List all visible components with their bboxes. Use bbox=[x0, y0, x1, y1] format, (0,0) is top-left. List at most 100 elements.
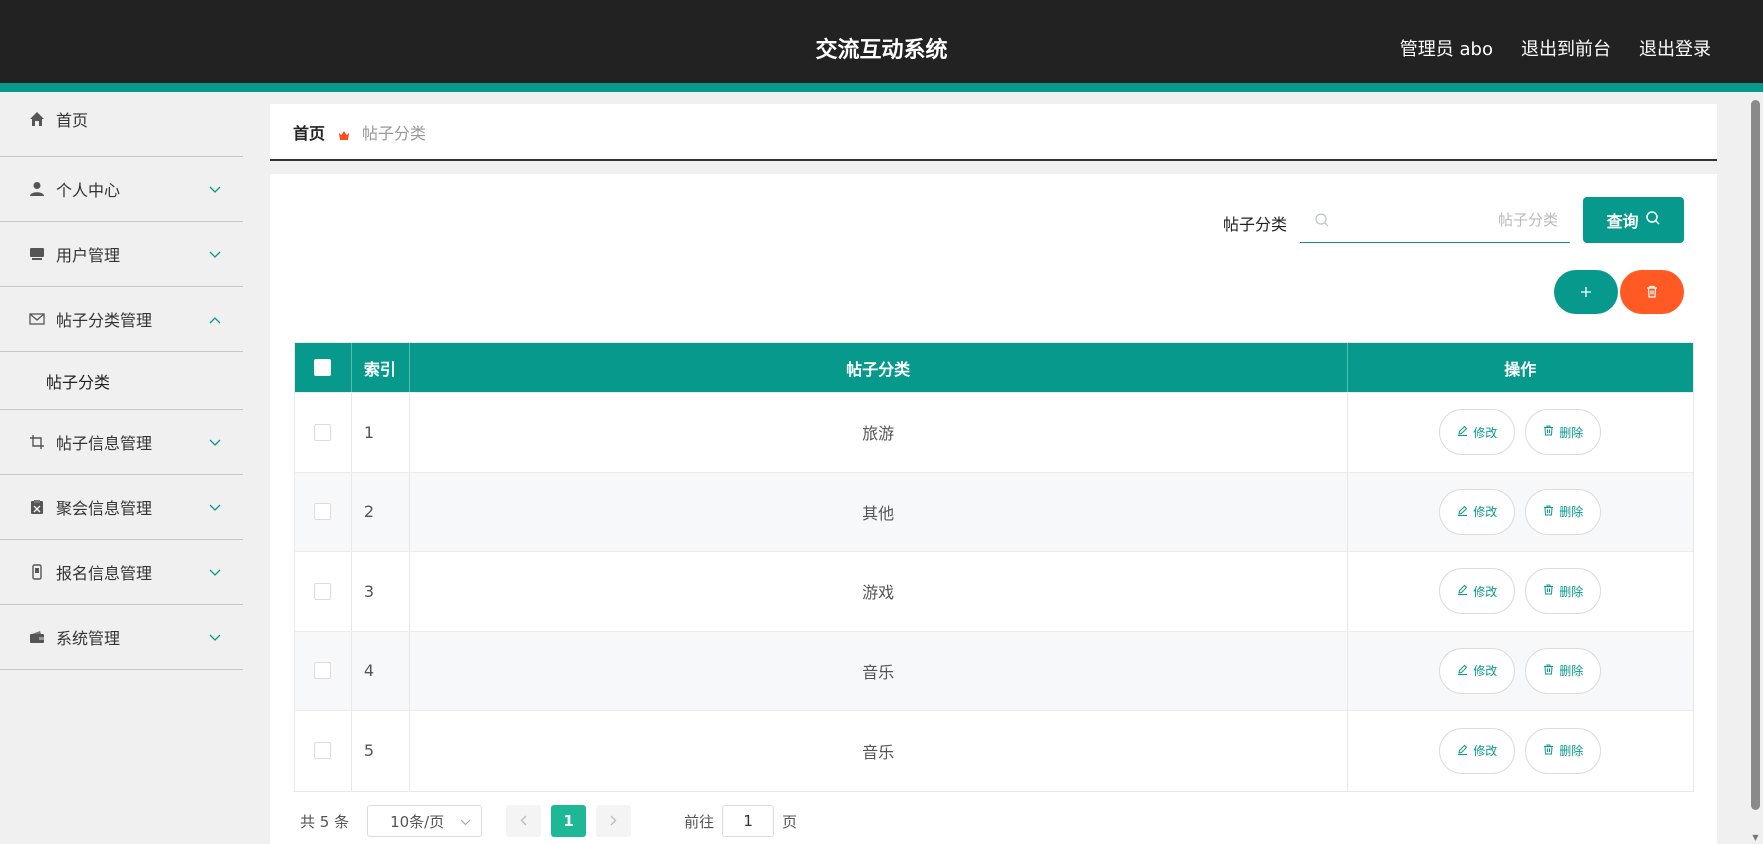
search-icon bbox=[1645, 210, 1661, 230]
pagination: 共 5 条 10条/页 1 前往 页 bbox=[300, 805, 797, 837]
delete-label: 删除 bbox=[1559, 505, 1584, 520]
edit-label: 修改 bbox=[1473, 425, 1498, 440]
header-index: 索引 bbox=[352, 343, 410, 392]
sidebar-item-home[interactable]: 首页 bbox=[0, 92, 243, 157]
top-header: 交流互动系统 管理员 abo 退出到前台 退出登录 bbox=[0, 0, 1763, 92]
delete-label: 删除 bbox=[1559, 664, 1584, 679]
next-page-button[interactable] bbox=[596, 805, 632, 837]
sidebar-subitem-post-category[interactable]: 帖子分类 bbox=[0, 352, 243, 410]
sidebar-item-personal-center[interactable]: 个人中心 bbox=[0, 157, 243, 222]
chevron-down-icon bbox=[460, 815, 471, 829]
header-category: 帖子分类 bbox=[410, 343, 1348, 392]
chevron-right-icon bbox=[610, 812, 617, 830]
edit-icon bbox=[1457, 744, 1468, 758]
row-checkbox[interactable] bbox=[314, 423, 332, 441]
sidebar-item-signup-management[interactable]: 报名信息管理 bbox=[0, 540, 243, 605]
edit-button[interactable]: 修改 bbox=[1439, 409, 1516, 456]
phone-icon bbox=[28, 563, 46, 581]
trash-icon bbox=[1543, 505, 1554, 519]
row-checkbox[interactable] bbox=[314, 742, 332, 760]
exit-to-front-link[interactable]: 退出到前台 bbox=[1521, 35, 1611, 61]
row-index: 2 bbox=[352, 472, 410, 551]
delete-button[interactable]: 删除 bbox=[1525, 647, 1602, 694]
edit-icon bbox=[1457, 584, 1468, 598]
edit-icon bbox=[1457, 664, 1468, 678]
trash-icon bbox=[1543, 664, 1554, 678]
delete-label: 删除 bbox=[1559, 584, 1584, 599]
sidebar-item-label: 用户管理 bbox=[56, 246, 121, 265]
delete-label: 删除 bbox=[1559, 744, 1584, 759]
search-field bbox=[1300, 198, 1570, 243]
row-category: 旅游 bbox=[410, 393, 1348, 472]
row-index: 4 bbox=[352, 631, 410, 710]
edit-button[interactable]: 修改 bbox=[1439, 647, 1516, 694]
select-all-checkbox[interactable] bbox=[314, 359, 332, 376]
clipboard-icon bbox=[28, 498, 46, 516]
sidebar-item-label: 首页 bbox=[56, 111, 89, 130]
search-icon bbox=[1314, 212, 1330, 228]
trash-icon bbox=[1543, 744, 1554, 758]
delete-button[interactable]: 删除 bbox=[1525, 568, 1602, 615]
table-header: 索引 帖子分类 操作 bbox=[295, 343, 1693, 393]
page-number-button[interactable]: 1 bbox=[551, 805, 587, 837]
batch-delete-button[interactable] bbox=[1620, 270, 1684, 314]
row-checkbox[interactable] bbox=[314, 662, 332, 680]
user-icon bbox=[28, 180, 46, 198]
row-category: 音乐 bbox=[410, 711, 1348, 791]
row-checkbox[interactable] bbox=[314, 503, 332, 521]
table-row: 4 音乐 修改 删除 bbox=[295, 631, 1693, 711]
add-button[interactable] bbox=[1554, 270, 1618, 314]
scrollbar-thumb[interactable] bbox=[1751, 100, 1760, 810]
logout-link[interactable]: 退出登录 bbox=[1639, 35, 1711, 61]
row-checkbox[interactable] bbox=[314, 582, 332, 600]
goto-label: 前往 bbox=[684, 812, 715, 831]
breadcrumb-home[interactable]: 首页 bbox=[293, 120, 325, 144]
delete-label: 删除 bbox=[1559, 425, 1584, 440]
sidebar-item-gathering-management[interactable]: 聚会信息管理 bbox=[0, 475, 243, 540]
sidebar-item-post-info-management[interactable]: 帖子信息管理 bbox=[0, 410, 243, 475]
goto-page-input[interactable] bbox=[722, 805, 775, 837]
edit-button[interactable]: 修改 bbox=[1439, 727, 1516, 774]
sidebar-item-post-category-management[interactable]: 帖子分类管理 bbox=[0, 287, 243, 352]
header-actions: 操作 bbox=[1504, 359, 1537, 379]
edit-label: 修改 bbox=[1473, 505, 1498, 520]
sidebar-item-label: 报名信息管理 bbox=[56, 564, 153, 583]
table-row: 5 音乐 修改 删除 bbox=[295, 711, 1693, 791]
page-size-select[interactable]: 10条/页 bbox=[367, 805, 483, 837]
delete-button[interactable]: 删除 bbox=[1525, 727, 1602, 774]
row-category: 音乐 bbox=[410, 631, 1348, 710]
edit-label: 修改 bbox=[1473, 584, 1498, 599]
table-row: 3 游戏 修改 删除 bbox=[295, 552, 1693, 632]
search-input[interactable] bbox=[1330, 211, 1570, 229]
sidebar-item-label: 个人中心 bbox=[56, 181, 121, 200]
edit-label: 修改 bbox=[1473, 664, 1498, 679]
edit-icon bbox=[1457, 505, 1468, 519]
chevron-down-icon bbox=[209, 631, 221, 643]
scroll-down-arrow-icon[interactable]: ▼ bbox=[1751, 833, 1760, 842]
edit-button[interactable]: 修改 bbox=[1439, 488, 1516, 535]
chevron-down-icon bbox=[209, 436, 221, 448]
row-index: 5 bbox=[352, 711, 410, 791]
header-actions: 管理员 abo 退出到前台 退出登录 bbox=[1400, 35, 1711, 61]
admin-label: 管理员 abo bbox=[1399, 39, 1493, 60]
edit-label: 修改 bbox=[1473, 744, 1498, 759]
sidebar-item-system-management[interactable]: 系统管理 bbox=[0, 605, 243, 670]
crown-icon bbox=[338, 126, 350, 140]
sidebar-item-user-management[interactable]: 用户管理 bbox=[0, 222, 243, 287]
category-table: 索引 帖子分类 操作 1 旅游 修改 删除 2 其他 修改 删除 3 游戏 修改… bbox=[294, 342, 1694, 792]
monitor-icon bbox=[28, 245, 46, 263]
prev-page-button[interactable] bbox=[506, 805, 542, 837]
sidebar-item-label: 帖子分类管理 bbox=[56, 311, 153, 330]
edit-icon bbox=[1457, 425, 1468, 439]
edit-button[interactable]: 修改 bbox=[1439, 568, 1516, 615]
chevron-down-icon bbox=[209, 566, 221, 578]
delete-button[interactable]: 删除 bbox=[1525, 409, 1602, 456]
page-scrollbar[interactable]: ▼ bbox=[1748, 92, 1763, 844]
table-row: 2 其他 修改 删除 bbox=[295, 472, 1693, 552]
delete-button[interactable]: 删除 bbox=[1525, 488, 1602, 535]
plus-icon bbox=[1580, 282, 1592, 303]
trash-icon bbox=[1543, 425, 1554, 439]
page-unit-label: 页 bbox=[782, 812, 798, 831]
chevron-left-icon bbox=[520, 812, 527, 830]
query-button[interactable]: 查询 bbox=[1583, 197, 1684, 243]
